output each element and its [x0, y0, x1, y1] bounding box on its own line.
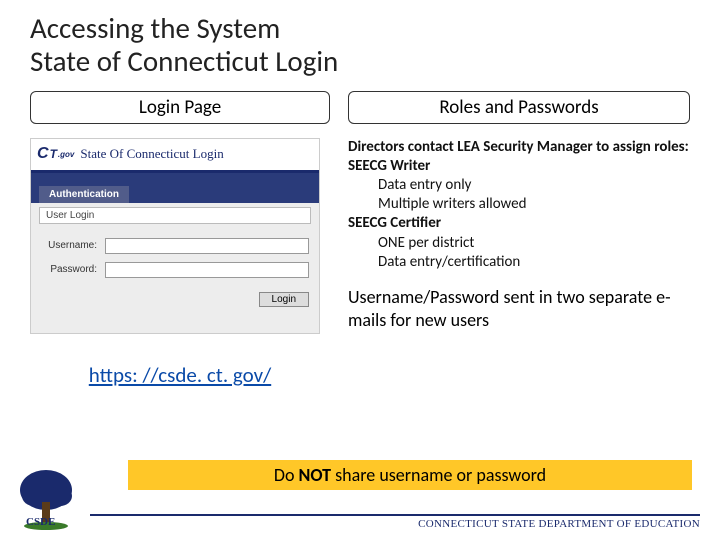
two-column-layout: Login Page CT.gov State Of Connecticut L… — [30, 91, 690, 388]
login-page-heading: Login Page — [30, 91, 330, 124]
role-certifier-detail-2: Data entry/certification — [348, 253, 690, 272]
role-writer-detail-2: Multiple writers allowed — [348, 195, 690, 214]
page-title: Accessing the System State of Connecticu… — [30, 12, 690, 79]
login-nav-bar: Authentication — [31, 173, 319, 203]
title-line-1: Accessing the System — [30, 10, 280, 46]
password-input[interactable] — [105, 262, 309, 278]
right-column: Roles and Passwords Directors contact LE… — [348, 91, 690, 388]
roles-body: Directors contact LEA Security Manager t… — [348, 138, 690, 272]
username-row: Username: — [41, 238, 309, 254]
role-writer-detail-1: Data entry only — [348, 176, 690, 195]
footer-divider: CONNECTICUT STATE DEPARTMENT OF EDUCATIO… — [90, 514, 700, 532]
title-line-2: State of Connecticut Login — [30, 43, 338, 79]
role-certifier: SEECG Certifier — [348, 214, 690, 233]
csde-acronym: CSDE — [26, 516, 55, 528]
portal-url-link[interactable]: https: //csde. ct. gov/ — [30, 362, 330, 388]
credentials-note: Username/Password sent in two separate e… — [348, 286, 690, 331]
user-login-label: User Login — [39, 207, 311, 224]
login-header: CT.gov State Of Connecticut Login — [31, 139, 319, 173]
credentials-note-bold: Username/Password — [348, 286, 499, 308]
authentication-tab: Authentication — [39, 186, 129, 203]
footer: CSDE CONNECTICUT STATE DEPARTMENT OF EDU… — [0, 468, 720, 532]
department-name: CONNECTICUT STATE DEPARTMENT OF EDUCATIO… — [418, 518, 700, 530]
login-screenshot: CT.gov State Of Connecticut Login Authen… — [30, 138, 320, 334]
login-button-row: Login — [31, 292, 319, 315]
role-certifier-detail-1: ONE per district — [348, 234, 690, 253]
login-form: Username: Password: — [31, 224, 319, 292]
username-input[interactable] — [105, 238, 309, 254]
roles-heading: Roles and Passwords — [348, 91, 690, 124]
role-writer: SEECG Writer — [348, 157, 690, 176]
username-label: Username: — [41, 240, 97, 251]
ctgov-logo: CT.gov — [37, 145, 74, 163]
roles-intro: Directors contact LEA Security Manager t… — [348, 138, 690, 157]
password-row: Password: — [41, 262, 309, 278]
left-column: Login Page CT.gov State Of Connecticut L… — [30, 91, 330, 388]
login-banner-title: State Of Connecticut Login — [80, 146, 223, 162]
password-label: Password: — [41, 264, 97, 275]
login-button[interactable]: Login — [259, 292, 309, 307]
